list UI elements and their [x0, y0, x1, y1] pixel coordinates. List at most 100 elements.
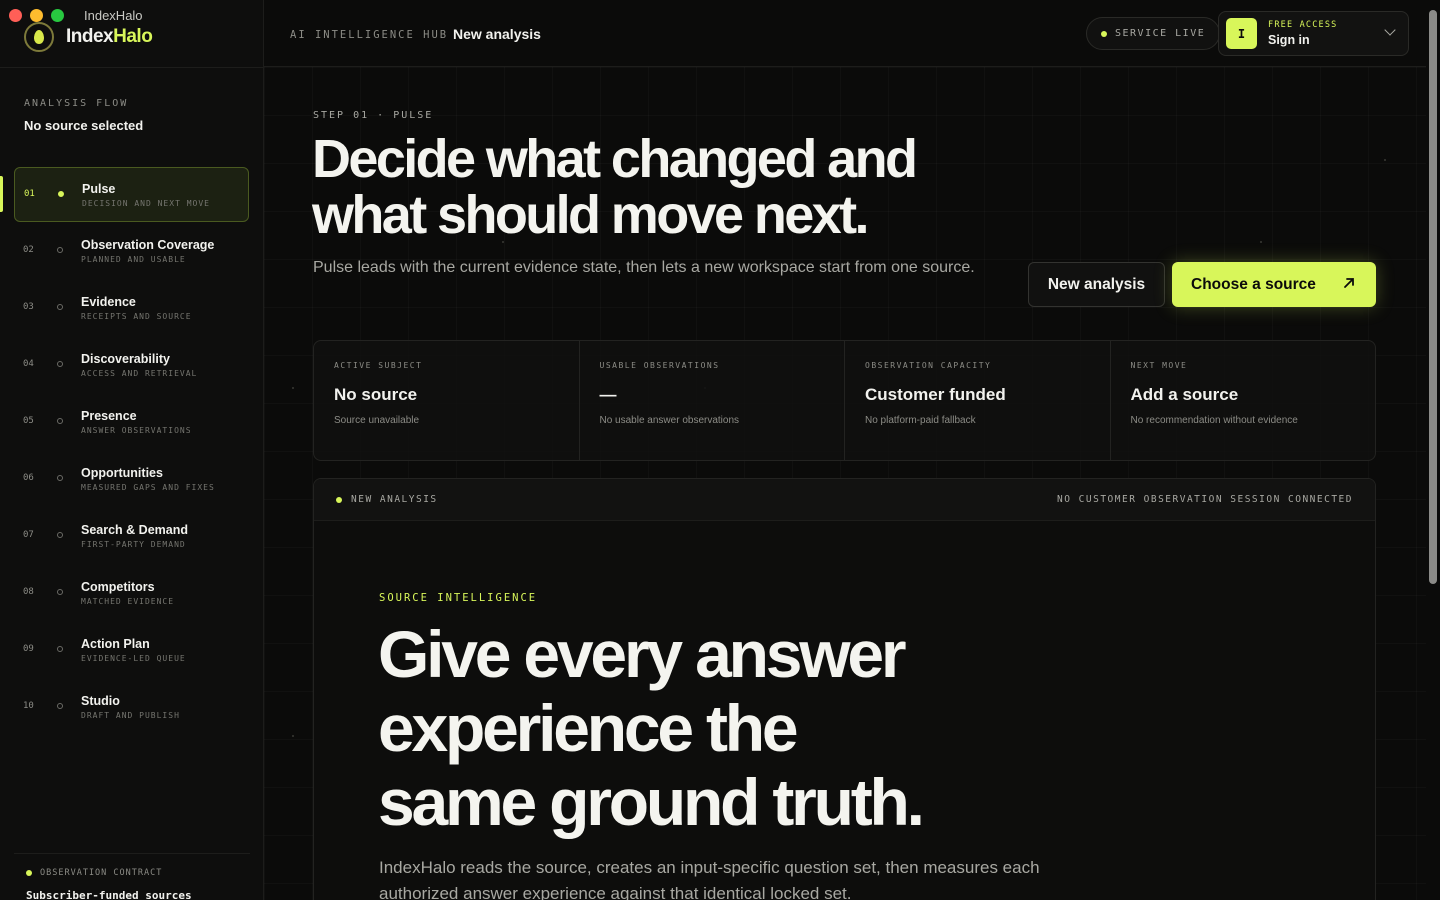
halo-logo-icon [24, 22, 54, 52]
sidebar-item-pulse[interactable]: 01 Pulse DECISION AND NEXT MOVE [14, 167, 249, 222]
sidebar-item-sub: FIRST-PARTY DEMAND [81, 540, 186, 549]
sidebar-item-label: Discoverability [81, 352, 170, 366]
stat-note: No usable answer observations [599, 415, 740, 426]
step-number: 03 [23, 302, 34, 312]
sidebar-item-label: Observation Coverage [81, 238, 215, 252]
stat-usable-observations: USABLE OBSERVATIONS — No usable answer o… [580, 341, 845, 460]
panel-header: NEW ANALYSIS NO CUSTOMER OBSERVATION SES… [314, 479, 1375, 521]
sidebar-item-label: Opportunities [81, 466, 163, 480]
sidebar-item-search-demand[interactable]: 07 Search & Demand FIRST-PARTY DEMAND [14, 509, 249, 566]
window-title: IndexHalo [84, 8, 143, 23]
scrollbar-thumb[interactable] [1429, 10, 1437, 584]
step-number: 02 [23, 245, 34, 255]
step-number: 05 [23, 416, 34, 426]
main-content: STEP 01 · PULSE Decide what changed and w… [264, 67, 1426, 900]
sign-in-label: Sign in [1268, 33, 1310, 47]
step-number: 07 [23, 530, 34, 540]
choose-source-button[interactable]: Choose a source [1172, 262, 1376, 307]
stat-value: — [599, 385, 617, 404]
sidebar-item-opportunities[interactable]: 06 Opportunities MEASURED GAPS AND FIXES [14, 452, 249, 509]
sidebar-item-presence[interactable]: 05 Presence ANSWER OBSERVATIONS [14, 395, 249, 452]
observation-contract: OBSERVATION CONTRACT [26, 868, 162, 878]
sidebar-item-evidence[interactable]: 03 Evidence RECEIPTS AND SOURCE [14, 281, 249, 338]
analysis-flow-value: No source selected [24, 118, 144, 133]
stat-value: Customer funded [865, 385, 1006, 404]
sidebar-item-discoverability[interactable]: 04 Discoverability ACCESS AND RETRIEVAL [14, 338, 249, 395]
section-title: Give every answer experience the same grou… [378, 617, 925, 839]
sidebar-item-sub: PLANNED AND USABLE [81, 255, 186, 264]
stat-active-subject: ACTIVE SUBJECT No source Source unavaila… [314, 341, 580, 460]
sidebar: IndexHalo ANALYSIS FLOW No source select… [0, 0, 264, 900]
window-controls [9, 9, 64, 22]
service-status-label: SERVICE LIVE [1115, 28, 1206, 39]
new-analysis-panel: NEW ANALYSIS NO CUSTOMER OBSERVATION SES… [313, 478, 1376, 900]
chevron-down-icon [1384, 24, 1396, 36]
analysis-nav: 01 Pulse DECISION AND NEXT MOVE 02 Observ… [14, 167, 249, 737]
sidebar-item-action-plan[interactable]: 09 Action Plan EVIDENCE-LED QUEUE [14, 623, 249, 680]
status-dot-icon [57, 361, 63, 367]
session-status: NO CUSTOMER OBSERVATION SESSION CONNECTE… [1057, 494, 1353, 505]
close-window-button[interactable] [9, 9, 22, 22]
hub-label: AI INTELLIGENCE HUB [290, 29, 449, 41]
analysis-flow-label: ANALYSIS FLOW [24, 98, 129, 109]
stat-label: USABLE OBSERVATIONS [599, 361, 720, 370]
sidebar-item-label: Evidence [81, 295, 136, 309]
sidebar-item-studio[interactable]: 10 Studio DRAFT AND PUBLISH [14, 680, 249, 737]
status-dot-icon [336, 496, 342, 503]
status-dot-icon [57, 304, 63, 310]
top-bar: AI INTELLIGENCE HUB New analysis SERVICE… [264, 0, 1426, 67]
sidebar-item-sub: DECISION AND NEXT MOVE [82, 199, 210, 208]
stat-next-move: NEXT MOVE Add a source No recommendation… [1111, 341, 1376, 460]
sidebar-item-sub: RECEIPTS AND SOURCE [81, 312, 192, 321]
panel-header-label: NEW ANALYSIS [351, 494, 438, 505]
stat-label: OBSERVATION CAPACITY [865, 361, 992, 370]
arrow-up-right-icon [1344, 278, 1354, 288]
sign-in-button[interactable]: I FREE ACCESS Sign in [1218, 11, 1409, 56]
stat-note: No platform-paid fallback [865, 415, 976, 426]
sidebar-item-label: Search & Demand [81, 523, 188, 537]
page-subtitle: Pulse leads with the current evidence st… [313, 259, 975, 276]
status-dot-icon [58, 191, 64, 197]
stat-observation-capacity: OBSERVATION CAPACITY Customer funded No … [845, 341, 1111, 460]
sidebar-item-sub: ACCESS AND RETRIEVAL [81, 369, 198, 378]
contract-label: OBSERVATION CONTRACT [40, 868, 163, 878]
stat-note: No recommendation without evidence [1130, 415, 1298, 426]
avatar: I [1226, 18, 1257, 49]
active-indicator [0, 176, 3, 212]
sidebar-item-label: Pulse [82, 182, 116, 196]
status-dot-icon [57, 475, 63, 481]
sidebar-item-sub: EVIDENCE-LED QUEUE [81, 654, 186, 663]
sidebar-item-label: Studio [81, 694, 120, 708]
stat-label: ACTIVE SUBJECT [334, 361, 423, 370]
step-number: 01 [24, 189, 35, 199]
sidebar-item-sub: DRAFT AND PUBLISH [81, 711, 180, 720]
status-dot-icon [57, 418, 63, 424]
sidebar-item-label: Action Plan [81, 637, 150, 651]
sidebar-item-sub: MEASURED GAPS AND FIXES [81, 483, 215, 492]
stat-value: Add a source [1130, 385, 1239, 404]
status-dot-icon [57, 589, 63, 595]
page-title: Decide what changed and what should move … [312, 129, 918, 245]
access-tier-label: FREE ACCESS [1268, 20, 1338, 30]
step-number: 06 [23, 473, 34, 483]
step-number: 04 [23, 359, 34, 369]
stats-row: ACTIVE SUBJECT No source Source unavaila… [313, 340, 1376, 461]
scrollbar[interactable] [1426, 0, 1440, 900]
section-eyebrow: SOURCE INTELLIGENCE [379, 592, 538, 604]
section-description: IndexHalo reads the source, creates an i… [379, 858, 1040, 900]
new-analysis-button[interactable]: New analysis [1028, 262, 1165, 307]
sidebar-item-sub: MATCHED EVIDENCE [81, 597, 175, 606]
sidebar-item-sub: ANSWER OBSERVATIONS [81, 426, 192, 435]
status-dot-icon [26, 870, 32, 876]
live-dot-icon [1101, 30, 1107, 37]
sidebar-item-competitors[interactable]: 08 Competitors MATCHED EVIDENCE [14, 566, 249, 623]
sidebar-item-observation-coverage[interactable]: 02 Observation Coverage PLANNED AND USABL… [14, 224, 249, 281]
contract-value: Subscriber-funded sources [26, 889, 192, 900]
minimize-window-button[interactable] [30, 9, 43, 22]
zoom-window-button[interactable] [51, 9, 64, 22]
brand-logo[interactable]: IndexHalo [24, 22, 153, 52]
status-dot-icon [57, 646, 63, 652]
stat-label: NEXT MOVE [1130, 361, 1188, 370]
status-dot-icon [57, 703, 63, 709]
step-number: 10 [23, 701, 34, 711]
